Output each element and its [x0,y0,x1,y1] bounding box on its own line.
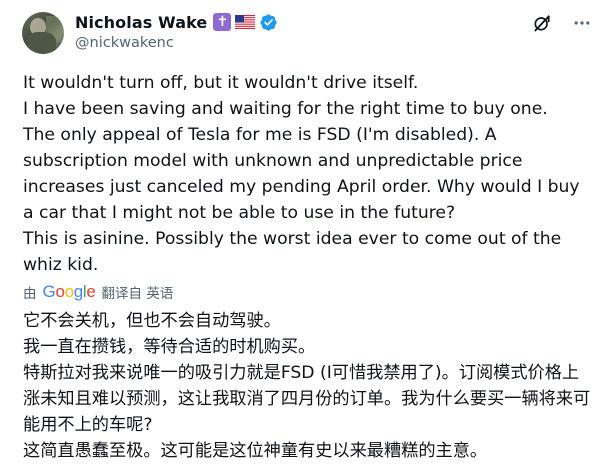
translation-suffix: 翻译自 英语 [101,286,174,302]
more-icon[interactable] [572,13,592,33]
tweet-text: It wouldn't turn off, but it wouldn't dr… [23,70,595,278]
us-flag-icon [235,15,256,29]
tweet-actions [532,13,592,33]
tweet-card: Nicholas Wake ✝ @nickwakenc It wouldn't … [0,0,614,475]
cross-badge-icon: ✝ [213,13,232,31]
author-handle[interactable]: @nickwakenc [75,35,174,51]
translated-line: 特斯拉对我来说唯一的吸引力就是FSD (I可惜我禁用了)。订阅模式价格上涨未知且… [23,363,591,435]
google-logo-icon: Google [42,282,96,301]
translated-line: 我一直在攒钱，等待合适的时机购买。 [23,337,316,357]
translated-line: 这简直愚蠢至极。这可能是这位神童有史以来最糟糕的主意。 [23,441,488,461]
verified-icon[interactable] [259,13,278,32]
tweet-line: It wouldn't turn off, but it wouldn't dr… [23,73,419,93]
grok-icon[interactable] [532,13,552,33]
translation-attribution: 由 Google 翻译自 英语 [23,281,173,303]
tweet-line: The only appeal of Tesla for me is FSD (… [23,125,580,223]
translated-line: 它不会关机，但也不会自动驾驶。 [23,311,281,331]
tweet-line: I have been saving and waiting for the r… [23,99,548,119]
author-name-row: Nicholas Wake ✝ [75,11,278,33]
translated-text: 它不会关机，但也不会自动驾驶。 我一直在攒钱，等待合适的时机购买。 特斯拉对我来… [23,308,595,464]
author-display-name[interactable]: Nicholas Wake [75,13,207,32]
tweet-line: This is asinine. Possibly the worst idea… [23,229,562,275]
avatar[interactable] [22,12,64,54]
translation-prefix: 由 [23,286,37,302]
